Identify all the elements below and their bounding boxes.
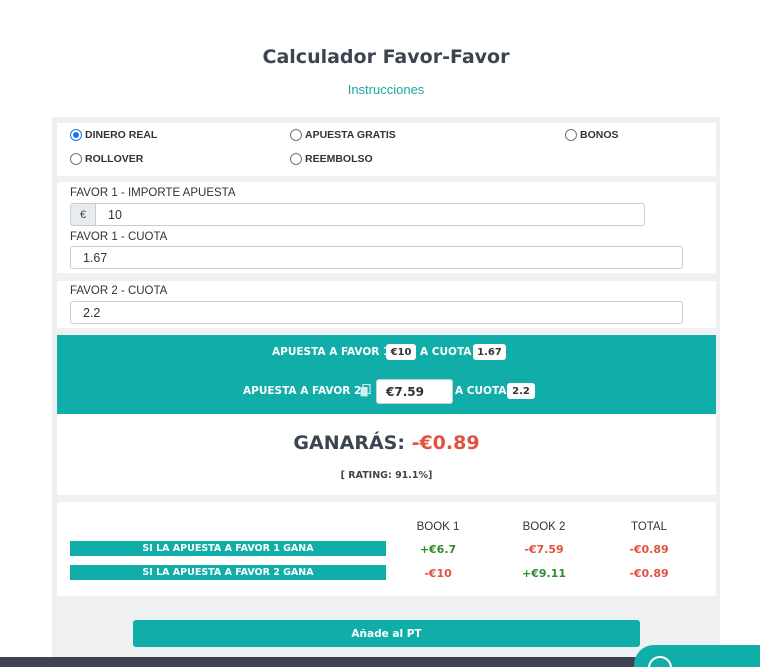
summary-row2-mid: A CUOTA (455, 385, 507, 397)
table-cell-book2: -€7.59 (524, 543, 564, 556)
radio-dinero-real-button[interactable] (70, 129, 82, 141)
radio-bonos[interactable]: BONOS (565, 129, 619, 141)
radio-apuesta-gratis-label: APUESTA GRATIS (305, 129, 396, 141)
favor2-amount-output[interactable]: €7.59 (376, 379, 453, 404)
page-title: Calculador Favor-Favor (262, 46, 510, 68)
radio-rollover-button[interactable] (70, 153, 82, 165)
summary-row2-cuota: 2.2 (507, 383, 535, 399)
favor2-cuota-label: FAVOR 2 - CUOTA (70, 285, 168, 297)
table-row-label: SI LA APUESTA A FAVOR 2 GANA (70, 565, 386, 580)
radio-dinero-real-label: DINERO REAL (85, 129, 158, 141)
table-cell-book1: +€6.7 (419, 543, 457, 556)
radio-reembolso-label: REEMBOLSO (305, 153, 373, 165)
table-row-label: SI LA APUESTA A FAVOR 1 GANA (70, 541, 386, 556)
favor1-importe-input[interactable]: 10 (95, 203, 645, 226)
summary-row1-prefix: APUESTA A FAVOR 1 (272, 346, 391, 358)
currency-prefix: € (70, 203, 96, 226)
instructions-link[interactable]: Instrucciones (0, 82, 760, 97)
radio-rollover-label: ROLLOVER (85, 153, 144, 165)
header-book2: BOOK 2 (522, 521, 566, 533)
favor2-cuota-input[interactable]: 2.2 (70, 301, 683, 324)
favor1-cuota-label: FAVOR 1 - CUOTA (70, 231, 168, 243)
rating-text: [ RATING: 91.1%] (340, 470, 433, 481)
radio-bonos-label: BONOS (580, 129, 619, 141)
radio-rollover[interactable]: ROLLOVER (70, 153, 143, 165)
radio-bonos-button[interactable] (565, 129, 577, 141)
header-total: TOTAL (631, 521, 667, 533)
radio-apuesta-gratis[interactable]: APUESTA GRATIS (290, 129, 396, 141)
table-cell-book1: -€10 (424, 567, 452, 580)
summary-row1-mid: A CUOTA (420, 346, 472, 358)
result-line: GANARÁS: -€0.89 (57, 432, 716, 454)
radio-reembolso[interactable]: REEMBOLSO (290, 153, 373, 165)
summary-row1-amount: €10 (386, 344, 416, 360)
favor1-importe-label: FAVOR 1 - IMPORTE APUESTA (70, 187, 236, 199)
radio-reembolso-button[interactable] (290, 153, 302, 165)
table-cell-book2: +€9.11 (521, 567, 566, 580)
radio-apuesta-gratis-button[interactable] (290, 129, 302, 141)
add-to-pt-button[interactable]: Añade al PT (133, 620, 640, 647)
result-value: -€0.89 (411, 432, 480, 454)
summary-row2-prefix: APUESTA A FAVOR 2 (243, 385, 362, 397)
radio-dinero-real[interactable]: DINERO REAL (70, 129, 157, 141)
summary-row1-cuota: 1.67 (473, 344, 506, 360)
table-cell-total: -€0.89 (629, 567, 669, 580)
table-cell-total: -€0.89 (629, 543, 669, 556)
favor1-cuota-input[interactable]: 1.67 (70, 246, 683, 269)
header-book1: BOOK 1 (416, 521, 460, 533)
result-card (57, 414, 716, 495)
copy-icon[interactable] (360, 383, 371, 397)
result-label: GANARÁS: (293, 432, 405, 454)
